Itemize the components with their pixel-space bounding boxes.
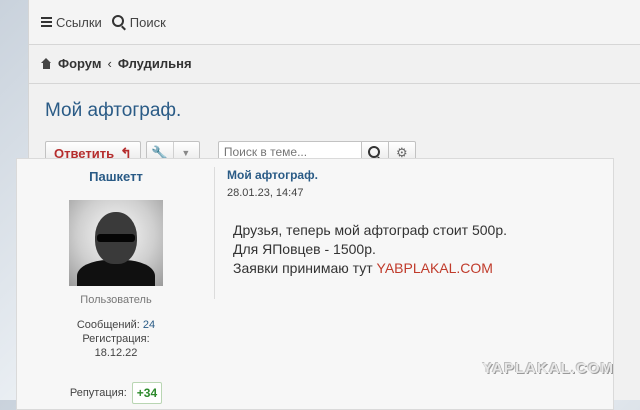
- avatar[interactable]: [69, 200, 163, 286]
- watermark: YAPLAKAL.COM: [482, 360, 614, 377]
- registration-label: Регистрация:: [82, 333, 150, 345]
- post-link[interactable]: YABPLAKAL.COM: [377, 260, 493, 276]
- post-divider: [214, 167, 215, 299]
- post-line-text: Заявки принимаю тут: [233, 260, 377, 276]
- messages-label: Сообщений:: [76, 319, 140, 331]
- post-body: Друзья, теперь мой афтограф стоит 500р. …: [233, 221, 597, 278]
- search-icon: [111, 15, 124, 27]
- post-line: Для ЯПовцев - 1500р.: [233, 241, 376, 257]
- page-title: Мой афтограф.: [45, 100, 182, 121]
- author-stats: Сообщений: 24 Регистрация: 18.12.22: [17, 318, 215, 360]
- top-bar: Ссылки Поиск: [29, 0, 640, 45]
- home-icon: [41, 57, 52, 69]
- post-line: Друзья, теперь мой афтограф стоит 500р.: [233, 222, 508, 238]
- breadcrumb: Форум ‹ Флудильня: [29, 45, 640, 84]
- reputation-label: Репутация:: [69, 387, 127, 399]
- links-label: Ссылки: [56, 14, 102, 30]
- reputation-badge[interactable]: +34: [131, 382, 163, 404]
- post-author-panel: Пашкетт Пользователь Сообщений: 24 Регис…: [17, 159, 215, 409]
- post-line: Заявки принимаю тут YABPLAKAL.COM: [233, 259, 597, 278]
- avatar-sunglasses-shape: [97, 234, 135, 242]
- search-link[interactable]: Поиск: [111, 14, 166, 30]
- links-menu-button[interactable]: Ссылки: [41, 15, 102, 30]
- messages-count[interactable]: 24: [143, 319, 155, 331]
- search-link-label: Поиск: [129, 14, 166, 30]
- post-date: 28.01.23, 14:47: [227, 187, 304, 199]
- registration-date: 18.12.22: [94, 347, 138, 359]
- author-name[interactable]: Пашкетт: [17, 169, 215, 184]
- caret-down-icon: ▼: [181, 148, 191, 158]
- reputation: Репутация: +34: [17, 382, 215, 404]
- post-content: Мой афтограф. 28.01.23, 14:47 Друзья, те…: [227, 168, 597, 278]
- breadcrumb-section[interactable]: Флудильня: [118, 56, 192, 71]
- search-icon: [367, 146, 380, 158]
- menu-icon: [41, 15, 52, 29]
- breadcrumb-separator: ‹: [107, 55, 112, 71]
- post-title[interactable]: Мой афтограф.: [227, 168, 597, 182]
- author-role: Пользователь: [80, 294, 152, 306]
- breadcrumb-forum[interactable]: Форум: [58, 56, 101, 71]
